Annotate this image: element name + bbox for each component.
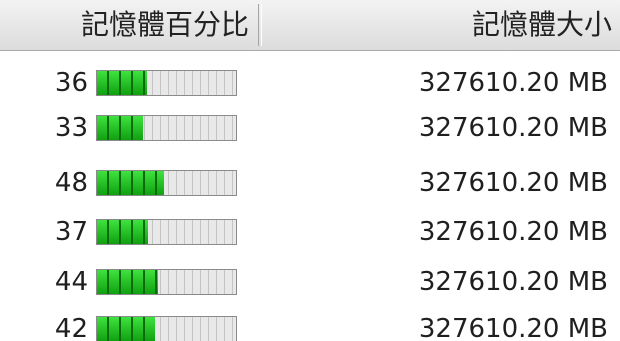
- memory-table: 記憶體百分比 記憶體大小 36 327610.20 MB 33 327610.2…: [0, 0, 620, 341]
- memory-percent-value: 37: [54, 217, 88, 247]
- memory-size-value: 327610.20 MB: [418, 217, 608, 247]
- table-row[interactable]: 33 327610.20 MB: [0, 106, 620, 150]
- memory-percent-value: 42: [54, 314, 88, 341]
- memory-size-value: 327610.20 MB: [418, 68, 608, 98]
- table-row[interactable]: 42 327610.20 MB: [0, 307, 620, 341]
- memory-usage-bar: [96, 70, 237, 96]
- memory-usage-bar: [96, 115, 237, 141]
- memory-percent-value: 48: [54, 168, 88, 198]
- memory-usage-bar: [96, 170, 237, 196]
- memory-usage-bar-fill: [97, 270, 159, 294]
- table-row[interactable]: 37 327610.20 MB: [0, 210, 620, 254]
- memory-usage-bar-fill: [97, 171, 164, 195]
- memory-size-value: 327610.20 MB: [418, 314, 608, 341]
- column-header-memory-percent-label: 記憶體百分比: [80, 8, 249, 41]
- memory-usage-bar: [96, 269, 237, 295]
- memory-usage-bar: [96, 219, 237, 245]
- memory-size-value: 327610.20 MB: [418, 168, 608, 198]
- memory-size-value: 327610.20 MB: [418, 267, 608, 297]
- table-row[interactable]: 36 327610.20 MB: [0, 61, 620, 105]
- column-header-memory-size-label: 記憶體大小: [471, 8, 612, 41]
- memory-usage-bar: [96, 316, 237, 341]
- column-header-memory-size[interactable]: 記憶體大小: [262, 0, 612, 50]
- memory-size-value: 327610.20 MB: [418, 113, 608, 143]
- memory-usage-bar-fill: [97, 71, 148, 95]
- table-header: 記憶體百分比 記憶體大小: [0, 0, 620, 51]
- table-row[interactable]: 44 327610.20 MB: [0, 260, 620, 304]
- table-row[interactable]: 48 327610.20 MB: [0, 161, 620, 205]
- column-header-memory-percent[interactable]: 記憶體百分比: [0, 0, 255, 50]
- memory-usage-bar-fill: [97, 116, 143, 140]
- memory-percent-value: 44: [54, 267, 88, 297]
- memory-percent-value: 33: [54, 113, 88, 143]
- memory-usage-bar-fill: [97, 220, 149, 244]
- memory-usage-bar-fill: [97, 317, 156, 341]
- memory-percent-value: 36: [54, 68, 88, 98]
